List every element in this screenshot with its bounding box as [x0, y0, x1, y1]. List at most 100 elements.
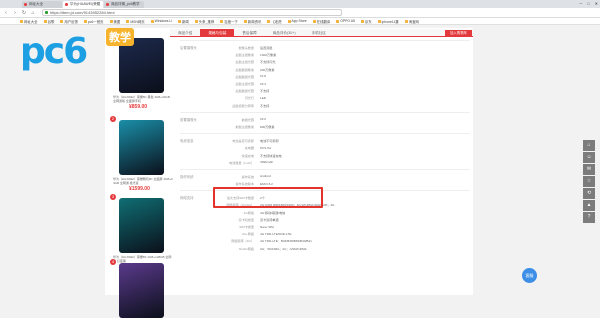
- chat-bubble[interactable]: 客服: [522, 268, 537, 283]
- bookmark-item[interactable]: 谷歌: [43, 19, 54, 24]
- product-price: ¥1599.00: [129, 186, 150, 192]
- right-toolbar: ⌂ ☺ ✉ ☆ ⟲ ▲?: [583, 140, 597, 223]
- spec-row: 摄像头数量 后置双摄: [180, 44, 470, 51]
- battery-highlight-box: [213, 187, 323, 208]
- bookmark-item[interactable]: OPPO A5: [336, 19, 355, 23]
- product-title[interactable]: 华为（HUAWEI）荣耀畅玩8C 全面屏 4GB+64GB 全网通 极光蓝: [113, 177, 173, 185]
- spec-row: 后摄主摄像素 1300万像素: [180, 51, 470, 58]
- bookmark-item[interactable]: 新闻: [178, 19, 189, 24]
- bookmark-item[interactable]: 头条_推荐: [194, 19, 215, 24]
- tab-0[interactable]: 商品介绍: [170, 29, 200, 36]
- side-tool-button[interactable]: ?: [583, 212, 595, 223]
- minimize-button[interactable]: ─: [579, 1, 582, 6]
- back-icon[interactable]: ‹: [3, 10, 9, 16]
- browser-tab[interactable]: 华为(HUAWEI)荣耀: [63, 1, 103, 8]
- side-tool-button[interactable]: ⟲: [583, 188, 595, 199]
- spec-value: Nano SIM: [260, 224, 274, 229]
- bookmark-item[interactable]: iphone11集: [377, 19, 399, 24]
- spec-key: 3G/2G网络: [238, 246, 254, 251]
- bookmark-folder-icon: [83, 19, 87, 23]
- home-icon[interactable]: ⌂: [30, 10, 36, 16]
- bookmark-item[interactable]: 淘宝网: [404, 19, 419, 24]
- spec-value: 不支持: [260, 89, 270, 94]
- bookmark-label: 网址大全: [24, 19, 38, 24]
- side-tool-button[interactable]: ▲: [583, 200, 595, 211]
- spec-group: 后置摄像头 摄像头数量 后置双摄 后摄主摄像素 1300万像素 后摄主摄光圈 不支持闪光 后摄…: [180, 40, 470, 112]
- spec-row: 后摄主摄光圈 f/2.4: [180, 80, 470, 87]
- side-tool-button[interactable]: ⌂: [583, 140, 595, 151]
- bookmark-item[interactable]: 在线翻译: [312, 19, 330, 24]
- bookmark-label: App Store: [291, 19, 307, 23]
- spec-row: 双卡机类型 双卡双待单通: [180, 216, 470, 223]
- bookmark-item[interactable]: App Store: [287, 19, 307, 23]
- spec-value: EMUI 8.2: [260, 181, 273, 186]
- spec-value: LED: [260, 95, 267, 100]
- product-title[interactable]: 华为（HUAWEI）荣耀8X 4GB+128GB 全网通 幻夜黑: [113, 255, 173, 263]
- spec-row: SIM卡类型 Nano SIM: [180, 223, 470, 230]
- spec-row: 电池容量（mAh） 3990mAh: [180, 159, 470, 166]
- bookmark-label: 头条_推荐: [198, 19, 215, 24]
- product-card[interactable]: 3华为（HUAWEI）荣耀8X 4GB+128GB 全网通 幻夜黑¥1599.0…: [110, 194, 173, 270]
- forward-icon[interactable]: ›: [12, 10, 18, 16]
- spec-key: 4G+网络: [241, 232, 254, 237]
- tab-3[interactable]: 商品评价(30+): [265, 29, 304, 36]
- bookmark-item[interactable]: 美图: [109, 19, 120, 24]
- spec-key: 闪光灯: [244, 96, 254, 101]
- tab-4[interactable]: 手机社区: [304, 29, 334, 36]
- browser-tab[interactable]: 商品详情_pc6教学: [104, 1, 144, 8]
- close-window-button[interactable]: ✕: [595, 1, 598, 6]
- url-input[interactable]: https://item.jd.com/9143952284.html: [42, 9, 342, 16]
- bookmark-item[interactable]: MSN网页: [126, 19, 145, 24]
- bookmark-folder-icon: [178, 19, 181, 23]
- refresh-icon[interactable]: ↻: [21, 10, 27, 16]
- product-image[interactable]: [119, 263, 164, 318]
- spec-group-title: 网络支持: [180, 196, 194, 201]
- product-title[interactable]: 华为（HUAWEI）荣耀8C 黑色 4GB+32GB 全网通版 全面屏手机: [113, 95, 173, 103]
- bookmark-item[interactable]: 用户反馈: [60, 19, 78, 24]
- bookmark-label: 淘宝网: [408, 19, 419, 24]
- spec-row: 后摄副摄光圈 f/1.8: [180, 73, 470, 80]
- spec-value: 双卡双待单通: [260, 217, 279, 222]
- bookmark-item[interactable]: 网址大全: [20, 19, 38, 24]
- product-image[interactable]: [119, 38, 164, 93]
- side-tool-button[interactable]: ☺: [583, 152, 595, 163]
- browser-tab[interactable]: 网址大全: [22, 1, 62, 8]
- product-price: ¥859.00: [129, 104, 148, 110]
- product-card[interactable]: 4: [110, 259, 173, 318]
- product-card[interactable]: 2 华为（HUAWEI）荣耀畅玩8C 全面屏 4GB+64GB 全网通 极光蓝 ¥1…: [110, 116, 173, 192]
- spec-value: 3990mAh: [260, 160, 274, 165]
- bookmark-item[interactable]: 新闻资讯: [243, 19, 261, 24]
- bookmark-item[interactable]: 【老虎: [267, 19, 282, 24]
- spec-key: 后摄副摄光圈: [235, 89, 254, 94]
- bookmark-label: 百度一下: [224, 19, 238, 24]
- bookmark-item[interactable]: 百度一下: [220, 19, 238, 24]
- spec-row: 充电器 5V/1.5A: [180, 144, 470, 151]
- maximize-button[interactable]: □: [587, 1, 589, 6]
- tab-favicon-icon: [106, 3, 109, 6]
- tab-favicon-icon: [24, 3, 27, 6]
- bookmark-item[interactable]: 京东: [360, 19, 372, 24]
- spec-key: 4G网络: [243, 210, 254, 215]
- tab-1[interactable]: 规格与包装: [200, 29, 235, 36]
- spec-row: 前摄光圈 f/2.0: [180, 116, 470, 123]
- spec-table: 后置摄像头 摄像头数量 后置双摄 后摄主摄像素 1300万像素 后摄主摄光圈 不支持闪光 后摄…: [180, 40, 470, 255]
- product-rank-badge: 4: [110, 259, 116, 265]
- spec-key: 后摄视频分辨率: [232, 103, 254, 108]
- browser-tab-bar: 网址大全 华为(HUAWEI)荣耀 商品详情_pc6教学: [0, 0, 600, 8]
- side-tool-button[interactable]: ✉: [583, 164, 595, 175]
- bookmark-item[interactable]: pc6一首页: [83, 19, 104, 24]
- add-to-cart-button[interactable]: 加入购物车: [445, 30, 472, 36]
- spec-value: 不支持: [260, 103, 270, 108]
- product-image[interactable]: [119, 198, 164, 253]
- tab-2[interactable]: 售后保障: [234, 29, 264, 36]
- bookmark-folder-icon: [126, 19, 130, 23]
- spec-key: 后摄副摄像素: [235, 67, 254, 72]
- tab-label: 商品详情_pc6教学: [111, 2, 140, 6]
- bookmark-item[interactable]: Windows Li: [150, 19, 172, 23]
- spec-row: 闪光灯 LED: [180, 94, 470, 101]
- bookmarks-bar: 网址大全 谷歌 用户反馈 pc6一首页 美图 MSN网页 Windows Li 新闻 头条_推荐…: [0, 18, 600, 25]
- product-image[interactable]: [119, 120, 164, 175]
- url-text: https://item.jd.com/9143952284.html: [50, 10, 115, 15]
- product-card[interactable]: 华为（HUAWEI）荣耀8C 黑色 4GB+32GB 全网通版 全面屏手机 ¥85…: [113, 38, 173, 110]
- side-tool-button[interactable]: ☆: [583, 176, 595, 187]
